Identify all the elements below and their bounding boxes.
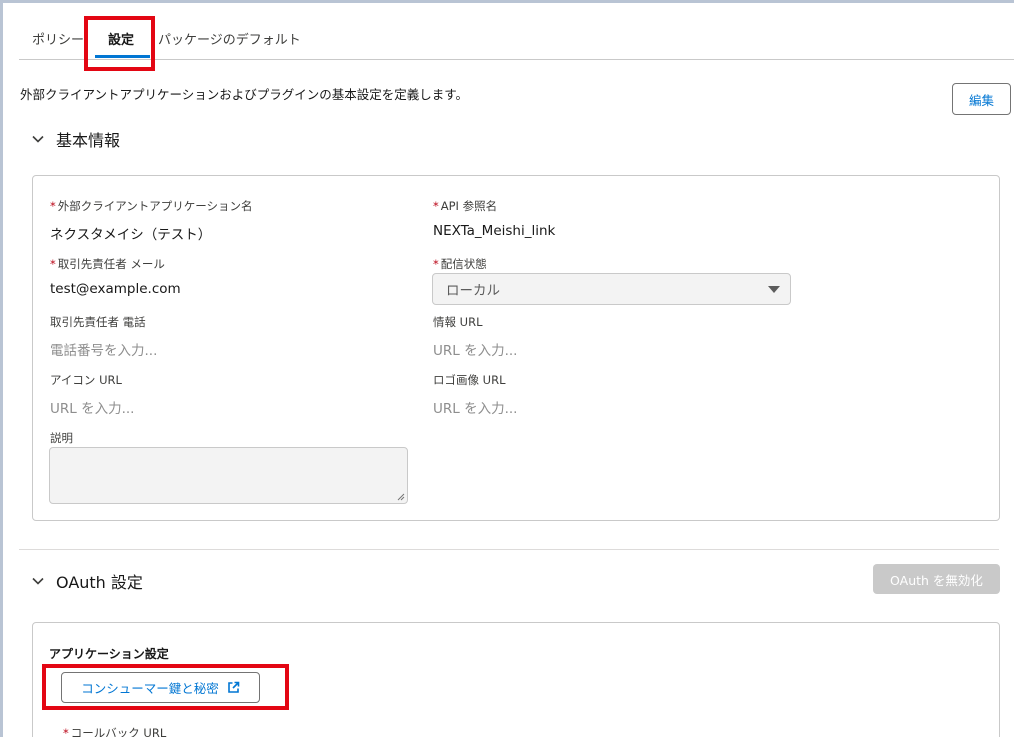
page-description: 外部クライアントアプリケーションおよびプラグインの基本設定を定義します。 <box>20 87 469 102</box>
active-tab-indicator <box>95 55 150 58</box>
external-link-icon <box>227 681 240 693</box>
api-name-label: * API 参照名 <box>433 199 498 213</box>
logo-url-label: ロゴ画像 URL <box>433 373 506 387</box>
settings-page: ポリシー 設定 パッケージのデフォルト 外部クライアントアプリケーションおよびプ… <box>3 3 1014 737</box>
tab-package-defaults[interactable]: パッケージのデフォルト <box>158 29 301 48</box>
chevron-down-icon <box>32 135 44 143</box>
section-header-basic-info[interactable]: 基本情報 <box>32 127 120 151</box>
chevron-down-icon <box>32 577 44 585</box>
distribution-select[interactable]: ローカル <box>432 273 791 305</box>
app-name-label: * 外部クライアントアプリケーション名 <box>50 199 253 213</box>
contact-email-label: * 取引先責任者 メール <box>50 257 165 271</box>
distribution-label: * 配信状態 <box>433 257 487 271</box>
info-url-label: 情報 URL <box>433 315 483 329</box>
info-url-input[interactable]: URL を入力... <box>433 339 517 359</box>
tab-settings[interactable]: 設定 <box>108 29 134 48</box>
api-name-value: NEXTa_Meishi_link <box>433 223 556 239</box>
distribution-selected-value: ローカル <box>446 283 500 299</box>
tab-bar: ポリシー 設定 パッケージのデフォルト <box>19 3 1014 60</box>
callback-url-label: * コールバック URL <box>63 726 167 737</box>
logo-url-input[interactable]: URL を入力... <box>433 397 517 417</box>
section-divider <box>19 549 999 550</box>
contact-phone-input[interactable]: 電話番号を入力... <box>50 339 157 359</box>
disable-oauth-button[interactable]: OAuth を無効化 <box>873 564 1000 594</box>
description-label: 説明 <box>50 431 73 445</box>
contact-email-value[interactable]: test@example.com <box>50 281 181 297</box>
section-title: OAuth 設定 <box>56 573 143 592</box>
consumer-key-secret-button[interactable]: コンシューマー鍵と秘密 <box>61 672 260 703</box>
caret-down-icon <box>768 286 780 293</box>
icon-url-label: アイコン URL <box>50 373 122 387</box>
resize-handle-icon[interactable] <box>397 493 405 501</box>
app-settings-heading: アプリケーション設定 <box>49 647 169 661</box>
description-textarea[interactable] <box>49 447 408 504</box>
icon-url-input[interactable]: URL を入力... <box>50 397 134 417</box>
section-header-oauth[interactable]: OAuth 設定 <box>32 569 143 593</box>
app-name-value: ネクスタメイシ（テスト） <box>50 227 212 243</box>
edit-button[interactable]: 編集 <box>952 83 1011 115</box>
consumer-key-secret-label: コンシューマー鍵と秘密 <box>81 681 219 696</box>
section-title: 基本情報 <box>56 131 121 150</box>
tab-policy[interactable]: ポリシー <box>32 29 84 48</box>
contact-phone-label: 取引先責任者 電話 <box>50 315 146 329</box>
